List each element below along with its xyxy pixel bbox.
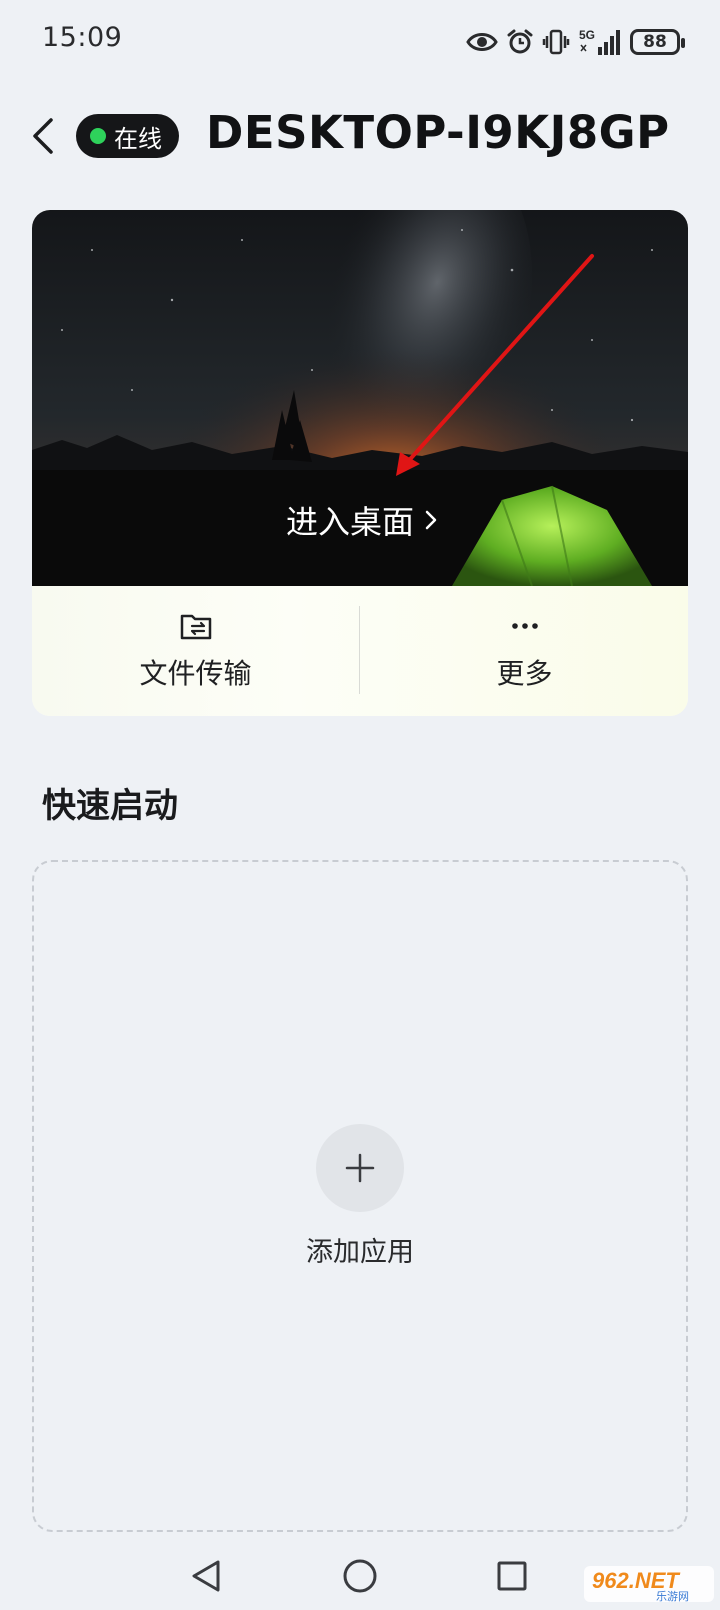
- nav-back-button[interactable]: [178, 1548, 234, 1604]
- network-label: 5G: [579, 28, 595, 42]
- recents-square-icon: [497, 1561, 527, 1591]
- section-title-quick-launch: 快速启动: [42, 786, 178, 826]
- enter-desktop-label: 进入桌面: [285, 503, 414, 541]
- status-badge-label: 在线: [114, 124, 162, 153]
- more-label: 更多: [496, 657, 553, 690]
- plus-icon: [345, 1153, 375, 1183]
- add-app-button[interactable]: 添加应用: [260, 1124, 460, 1274]
- battery-level: 88: [643, 32, 667, 52]
- desktop-preview-image[interactable]: 进入桌面: [32, 210, 688, 587]
- header: 在线 DESKTOP-I9KJ8GP: [0, 100, 720, 172]
- back-button[interactable]: [20, 112, 68, 160]
- card-actions: 文件传输 更多: [32, 586, 688, 716]
- alarm-icon: [506, 28, 534, 56]
- action-divider: [359, 606, 360, 694]
- more-dots-icon: [511, 623, 538, 629]
- file-transfer-button[interactable]: 文件传输: [32, 586, 359, 716]
- more-button[interactable]: 更多: [361, 586, 688, 716]
- status-badge: 在线: [76, 114, 179, 158]
- nav-recents-button[interactable]: [484, 1548, 540, 1604]
- enter-desktop-button[interactable]: 进入桌面: [272, 490, 452, 550]
- 5g-signal-icon: 5G: [578, 27, 622, 57]
- device-card: 进入桌面 文件传输 更多: [32, 210, 688, 716]
- add-app-circle[interactable]: [316, 1124, 404, 1212]
- chevron-left-icon: [33, 118, 53, 154]
- nav-home-button[interactable]: [332, 1548, 388, 1604]
- watermark-logo: 962.NET 乐游网: [584, 1564, 714, 1604]
- watermark-text-bottom: 乐游网: [656, 1590, 689, 1603]
- add-app-label: 添加应用: [306, 1237, 414, 1268]
- file-transfer-label: 文件传输: [139, 657, 252, 690]
- back-triangle-icon: [192, 1560, 220, 1592]
- chevron-right-icon: [425, 510, 437, 530]
- status-bar: 15:09 5G 88: [0, 0, 720, 84]
- home-circle-icon: [343, 1559, 377, 1593]
- quick-launch-area: 添加应用: [32, 860, 688, 1532]
- status-time: 15:09: [42, 22, 123, 53]
- eye-icon: [466, 30, 498, 54]
- online-dot-icon: [90, 128, 106, 144]
- status-icons: 5G 88: [466, 22, 685, 62]
- battery-icon: 88: [630, 29, 685, 55]
- folder-transfer-icon: [180, 614, 211, 640]
- vibrate-icon: [542, 28, 570, 56]
- page-title: DESKTOP-I9KJ8GP: [206, 106, 670, 159]
